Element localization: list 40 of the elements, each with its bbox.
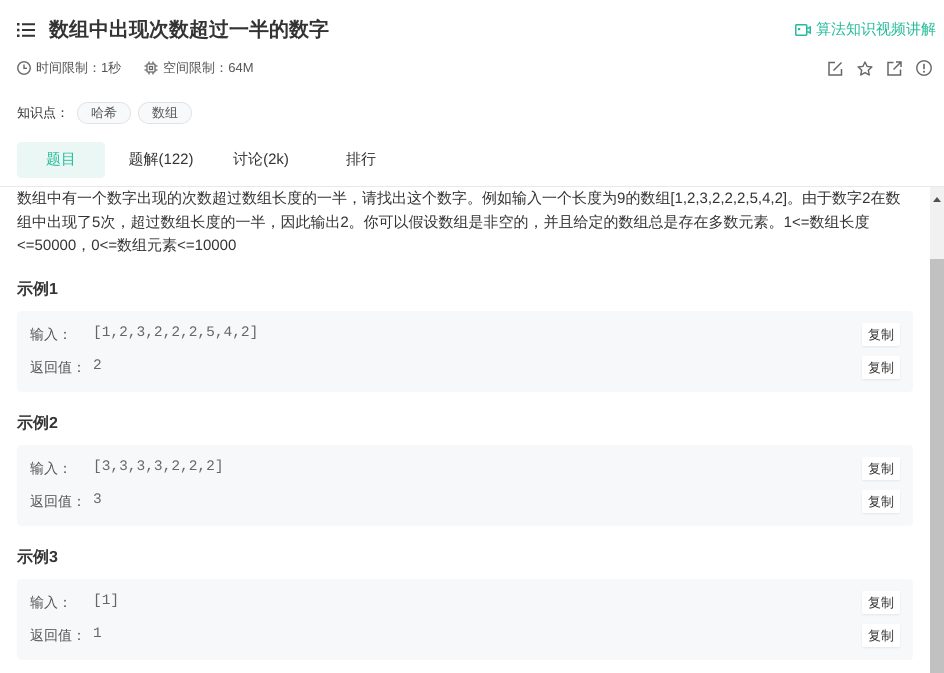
- example-heading: 示例2: [17, 414, 59, 434]
- tab[interactable]: 讨论(2k): [217, 142, 305, 178]
- example-value: [3,3,3,3,2,2,2]: [93, 458, 225, 478]
- menu-icon[interactable]: [17, 23, 35, 37]
- copy-button[interactable]: 复制: [862, 590, 900, 614]
- copy-button[interactable]: 复制: [862, 356, 900, 378]
- scroll-up-icon[interactable]: [933, 197, 941, 202]
- copy-button[interactable]: 复制: [862, 456, 900, 480]
- clock-icon: [17, 61, 31, 75]
- time-limit-text: 时间限制：1秒: [36, 59, 122, 77]
- example-label: 返回值：: [30, 492, 87, 510]
- example-value: 3: [93, 491, 103, 510]
- report-icon[interactable]: [916, 60, 932, 76]
- edit-icon[interactable]: [828, 60, 843, 76]
- problem-description: 数组中有一个数字出现的次数超过数组长度的一半，请找出这个数字。例如输入一个长度为9的数组[1,2,3,2,2,2,5,4,2]。由于数字2在数组中出现了5次，超过数组长度的一半，因此输出2。你可以假设数组是非空的，并且给定的数组总是存在多数元素。1<=数组长度<=50000，0<=数组元素<=10000: [17, 189, 902, 256]
- tab[interactable]: 题解(122): [117, 142, 205, 178]
- topic-tag[interactable]: 哈希: [77, 102, 131, 124]
- example-heading: 示例1: [17, 280, 59, 300]
- problem-title: 数组中出现次数超过一半的数字: [49, 18, 329, 42]
- copy-button[interactable]: 复制: [862, 624, 900, 646]
- example-value: 2: [93, 357, 103, 376]
- copy-button[interactable]: 复制: [862, 490, 900, 512]
- star-icon[interactable]: [857, 60, 873, 76]
- example-value: [1]: [93, 592, 120, 612]
- example-value: [1,2,3,2,2,2,5,4,2]: [93, 324, 260, 344]
- example-label: 输入：: [30, 592, 73, 612]
- example-label: 返回值：: [30, 626, 87, 644]
- example-value: 1: [93, 625, 103, 644]
- tab[interactable]: 排行: [317, 142, 405, 178]
- memory-limit-text: 空间限制：64M: [163, 59, 254, 77]
- example-label: 返回值：: [30, 358, 87, 376]
- example-label: 输入：: [30, 324, 73, 344]
- video-camera-icon: [795, 24, 811, 36]
- example-label: 输入：: [30, 458, 73, 478]
- share-icon[interactable]: [887, 60, 902, 76]
- knowledge-label: 知识点：: [17, 104, 69, 122]
- topic-tag[interactable]: 数组: [138, 102, 192, 124]
- example-heading: 示例3: [17, 548, 59, 568]
- chip-icon: [144, 61, 158, 75]
- copy-button[interactable]: 复制: [862, 322, 900, 346]
